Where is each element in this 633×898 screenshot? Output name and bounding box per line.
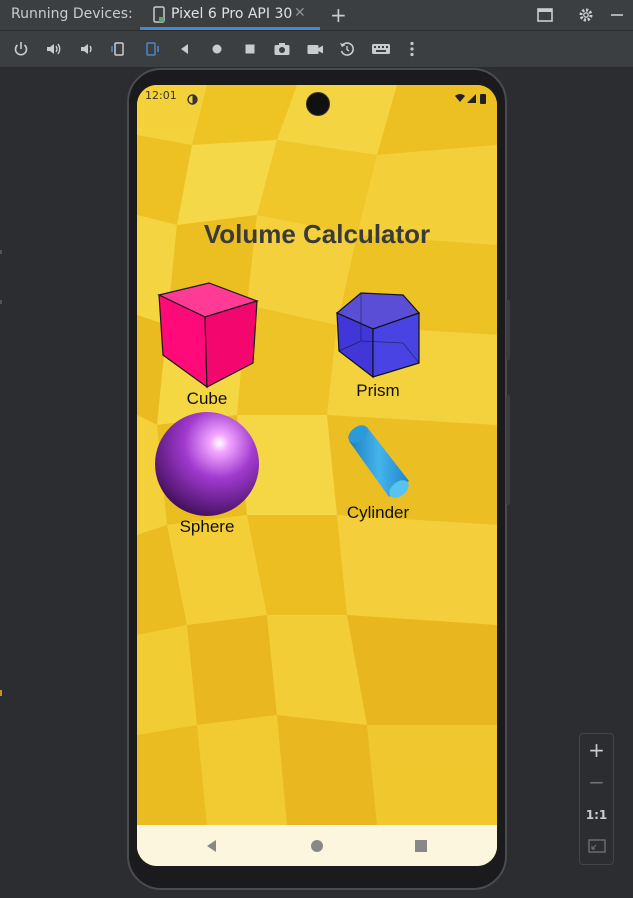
cylinder-button[interactable]: Cylinder [308, 423, 448, 523]
gutter-mark [0, 690, 2, 696]
zoom-in-button[interactable]: + [580, 738, 613, 762]
window-layout-icon[interactable] [536, 6, 554, 28]
prism-icon [335, 292, 421, 379]
running-devices-label: Running Devices: [11, 6, 133, 22]
keyboard-icon[interactable] [371, 40, 390, 58]
nav-home-icon[interactable] [310, 838, 324, 857]
power-icon[interactable] [12, 40, 30, 58]
zoom-panel: + − 1:1 [579, 733, 614, 865]
overview-icon[interactable] [241, 40, 259, 58]
prism-button[interactable]: Prism [308, 291, 448, 401]
wifi-icon [455, 94, 465, 102]
add-tab-button[interactable]: + [330, 3, 347, 27]
cube-label: Cube [186, 389, 228, 408]
cylinder-label: Cylinder [346, 503, 410, 522]
tab-label: Pixel 6 Pro API 30 [171, 6, 293, 22]
home-icon[interactable] [208, 40, 226, 58]
cube-icon [157, 282, 259, 389]
close-tab-icon[interactable]: ✕ [294, 5, 306, 21]
gutter-mark [0, 300, 2, 304]
more-icon[interactable] [403, 40, 421, 58]
android-nav-bar [137, 825, 497, 866]
running-devices-tabbar: Running Devices: Pixel 6 Pro API 30 ✕ + [0, 0, 633, 31]
prism-label: Prism [356, 381, 400, 400]
phone-volume-button [506, 395, 510, 505]
notification-icon [187, 90, 198, 109]
gutter-mark [0, 250, 2, 254]
back-icon[interactable] [176, 40, 194, 58]
nav-back-icon[interactable] [205, 838, 219, 857]
zoom-actual-size-button[interactable]: 1:1 [580, 808, 613, 822]
status-time: 12:01 [145, 89, 177, 102]
zoom-out-button[interactable]: − [580, 770, 613, 794]
volume-down-icon[interactable] [78, 40, 96, 58]
tab-pixel-6-pro[interactable]: Pixel 6 Pro API 30 ✕ [140, 0, 320, 30]
zoom-fit-icon[interactable] [580, 838, 613, 858]
nav-recents-icon[interactable] [414, 838, 428, 857]
app-title: Volume Calculator [203, 219, 431, 249]
reset-icon[interactable] [338, 40, 356, 58]
minimize-icon[interactable] [608, 6, 626, 28]
front-camera [306, 92, 330, 116]
status-icons [453, 90, 489, 109]
record-icon[interactable] [306, 40, 324, 58]
device-icon [152, 6, 166, 28]
gear-icon[interactable] [577, 6, 595, 28]
rotate-left-icon[interactable] [110, 40, 128, 58]
sphere-label: Sphere [179, 517, 235, 536]
cylinder-icon [348, 425, 409, 498]
phone-side-button [506, 300, 510, 360]
tab-active-indicator [140, 27, 320, 30]
sphere-button[interactable]: Sphere [137, 411, 277, 537]
sphere-icon [155, 412, 259, 516]
device-toolbar [0, 31, 633, 68]
device-screen[interactable]: 12:01 Volume Calculator Cube Prism Spher… [137, 85, 497, 866]
cube-button[interactable]: Cube [137, 281, 277, 409]
volume-up-icon[interactable] [45, 40, 63, 58]
screenshot-icon[interactable] [273, 40, 291, 58]
signal-icon [467, 94, 476, 103]
battery-icon [480, 94, 486, 104]
rotate-right-icon[interactable] [142, 40, 160, 58]
